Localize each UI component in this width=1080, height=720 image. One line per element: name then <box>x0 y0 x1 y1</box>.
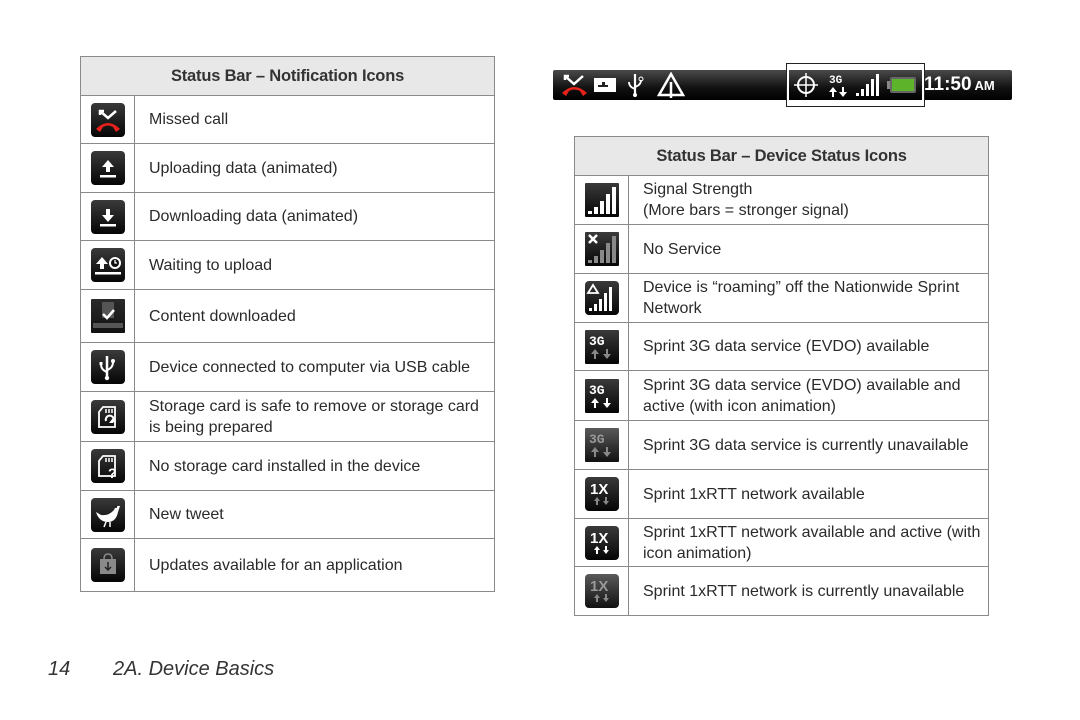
row-label: Sprint 1xRTT network is currently unavai… <box>643 582 965 600</box>
new-tweet-icon <box>90 497 125 532</box>
warning-icon <box>657 70 685 100</box>
row-label: Device is “roaming” off the Nationwide S… <box>643 279 960 317</box>
svg-text:3G: 3G <box>589 432 605 447</box>
table-header: Status Bar – Notification Icons <box>81 57 494 96</box>
row-label: Sprint 1xRTT network available and activ… <box>643 523 981 562</box>
clock-time: 11:50 <box>924 74 972 95</box>
no-storage-card-icon: ? <box>90 449 125 483</box>
3g-unavailable-icon: 3G <box>584 428 619 462</box>
row-label: Sprint 1xRTT network available <box>643 485 865 503</box>
row-label: Signal Strength <box>643 181 753 198</box>
table-row: 3G Sprint 3G data service (EVDO) availab… <box>575 371 988 421</box>
3g-active-icon: 3G <box>584 378 619 413</box>
storage-card-safe-icon <box>90 399 125 434</box>
svg-text:1X: 1X <box>590 578 608 595</box>
roaming-icon <box>584 281 619 315</box>
row-label: No storage card installed in the device <box>149 457 421 475</box>
table-row: Updates available for an application <box>81 539 494 591</box>
table-row: Content downloaded <box>81 290 494 343</box>
table-row: Missed call <box>81 96 494 144</box>
table-row: Device is “roaming” off the Nationwide S… <box>575 274 988 323</box>
missed-call-icon <box>561 70 589 100</box>
table-row: 1X Sprint 1xRTT network is currently una… <box>575 567 988 615</box>
table-row: 3G Sprint 3G data service (EVDO) availab… <box>575 323 988 371</box>
uploading-icon <box>90 151 125 185</box>
table-row: Signal Strength (More bars = stronger si… <box>575 176 988 225</box>
table-row: Storage card is safe to remove or storag… <box>81 392 494 442</box>
downloading-icon <box>90 199 125 234</box>
svg-text:?: ? <box>108 465 117 481</box>
1x-available-icon: 1X <box>584 477 619 511</box>
row-label: Sprint 3G data service is currently unav… <box>643 436 969 454</box>
row-label: Sprint 3G data service (EVDO) available … <box>643 376 961 415</box>
page-number: 14 <box>48 658 71 680</box>
svg-text:1X: 1X <box>590 530 608 547</box>
usb-icon <box>625 70 645 100</box>
table-row: No Service <box>575 225 988 274</box>
row-label: Sprint 3G data service (EVDO) available <box>643 338 930 355</box>
row-label: Storage card is safe to remove or storag… <box>149 397 479 436</box>
device-status-icons-table: Status Bar – Device Status Icons Signal … <box>574 136 989 616</box>
row-label: Missed call <box>149 111 229 128</box>
table-row: Uploading data (animated) <box>81 144 494 193</box>
section-title: 2A. Device Basics <box>113 658 275 680</box>
row-label: Uploading data (animated) <box>149 159 338 177</box>
table-row: Waiting to upload <box>81 241 494 290</box>
table-row: Device connected to computer via USB cab… <box>81 343 494 392</box>
3g-available-icon: 3G <box>584 329 619 364</box>
missed-call-icon <box>90 102 125 137</box>
waiting-upload-icon <box>90 248 125 282</box>
signal-strength-icon <box>584 183 619 217</box>
clock: 11:50 AM <box>924 70 995 100</box>
row-label: Content downloaded <box>149 307 296 325</box>
svg-text:1X: 1X <box>590 481 608 498</box>
table-row: ? No storage card installed in the devic… <box>81 442 494 491</box>
svg-text:3G: 3G <box>589 334 605 349</box>
row-label: Device connected to computer via USB cab… <box>149 358 471 376</box>
table-row: Downloading data (animated) <box>81 193 494 241</box>
message-icon <box>593 70 617 100</box>
status-icons-highlight <box>786 63 925 107</box>
table-row: New tweet <box>81 491 494 539</box>
row-sublabel: (More bars = stronger signal) <box>643 202 849 219</box>
usb-icon <box>90 350 125 384</box>
row-label: No Service <box>643 240 722 258</box>
table-row: 1X Sprint 1xRTT network available <box>575 470 988 519</box>
svg-text:3G: 3G <box>589 383 605 398</box>
1x-active-icon: 1X <box>584 525 619 560</box>
notification-icons-table: Status Bar – Notification Icons Missed c… <box>80 56 495 592</box>
row-label: Waiting to upload <box>149 256 273 274</box>
content-downloaded-icon <box>90 299 125 333</box>
table-row: 3G Sprint 3G data service is currently u… <box>575 421 988 470</box>
1x-unavailable-icon: 1X <box>584 574 619 608</box>
table-header: Status Bar – Device Status Icons <box>575 137 988 176</box>
row-label: Updates available for an application <box>149 556 403 574</box>
row-label: New tweet <box>149 506 224 523</box>
row-label: Downloading data (animated) <box>149 208 359 225</box>
app-update-icon <box>90 548 125 582</box>
no-service-icon <box>584 232 619 266</box>
clock-ampm: AM <box>974 78 995 93</box>
table-row: 1X Sprint 1xRTT network available and ac… <box>575 519 988 567</box>
